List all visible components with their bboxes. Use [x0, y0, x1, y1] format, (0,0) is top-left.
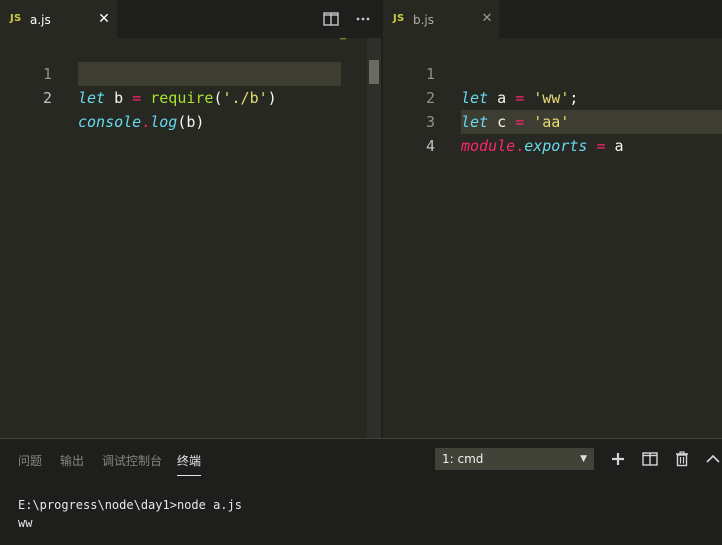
tab-a-js[interactable]: JS a.js ✕ — [0, 0, 117, 38]
code-text: console.log(b) — [78, 110, 204, 134]
tab-a-js-label: a.js — [30, 13, 51, 27]
code-token: ) — [267, 89, 277, 107]
split-terminal-icon[interactable] — [640, 449, 660, 469]
code-token: . — [515, 137, 525, 155]
code-text: let b = require('./b') — [78, 86, 277, 110]
panel-tab-debug-console[interactable]: 调试控制台 — [102, 452, 162, 469]
tab-b-js[interactable]: JS b.js ✕ — [383, 0, 499, 38]
terminal-select-value: 1: cmd — [442, 452, 484, 466]
code-token: = — [596, 137, 606, 155]
code-token: exports — [524, 137, 588, 155]
add-terminal-icon[interactable] — [608, 449, 628, 469]
code-token: './b' — [222, 89, 268, 107]
code-line: 4 — [383, 110, 722, 155]
terminal-select[interactable]: 1: cmd ▼ — [435, 448, 594, 470]
code-line: 1 let a = 'ww'; — [383, 38, 722, 107]
code-token: module — [461, 137, 516, 155]
code-token: let — [78, 89, 106, 107]
scrollbar-left[interactable] — [367, 38, 381, 438]
code-text: module.exports = a — [461, 134, 624, 158]
code-line: 2 let c = 'aa' — [383, 62, 722, 131]
close-tab-icon[interactable]: ✕ — [479, 9, 495, 29]
chevron-down-icon: ▼ — [580, 454, 587, 464]
code-token: console — [78, 113, 142, 131]
tab-bar-right: JS b.js ✕ — [383, 0, 722, 38]
js-file-icon: JS — [393, 13, 405, 24]
editor-group-left: JS a.js ✕ 1 let b = require('./b') 2 con… — [0, 0, 381, 438]
code-line: 2 console.log(b) — [0, 62, 367, 131]
scrollbar-thumb[interactable] — [369, 60, 379, 84]
line-number: 2 — [42, 89, 52, 107]
tab-bar-left: JS a.js ✕ — [0, 0, 381, 38]
code-token: b — [105, 89, 133, 107]
editor-group-right: JS b.js ✕ 1 let a = 'ww'; 2 let c = 'aa'… — [383, 0, 722, 438]
terminal-line: ww — [18, 516, 33, 530]
code-token: . — [141, 113, 151, 131]
code-token: ) — [195, 113, 205, 131]
code-line: 3 module.exports = a — [383, 86, 722, 155]
terminal-line: E:\progress\node\day1>node a.js — [18, 498, 242, 512]
panel-tab-output[interactable]: 输出 — [60, 452, 84, 469]
code-token: ( — [213, 89, 223, 107]
maximize-panel-icon[interactable] — [703, 449, 722, 469]
panel-tab-problems[interactable]: 问题 — [18, 452, 42, 469]
code-area-b-js[interactable]: 1 let a = 'ww'; 2 let c = 'aa' 3 module.… — [383, 38, 722, 438]
split-editor-icon[interactable] — [322, 10, 340, 28]
more-actions-icon[interactable] — [354, 10, 372, 28]
js-file-icon: JS — [10, 13, 22, 24]
code-area-a-js[interactable]: 1 let b = require('./b') 2 console.log(b… — [0, 36, 381, 438]
panel-tab-terminal[interactable]: 终端 — [177, 452, 202, 476]
tab-b-js-label: b.js — [413, 13, 435, 27]
code-line: 1 let b = require('./b') — [0, 38, 367, 107]
code-token: require — [150, 89, 214, 107]
minimap-preview[interactable]: ▬▬ — [340, 36, 346, 42]
bottom-panel: 问题 输出 调试控制台 终端 1: cmd ▼ E:\progress\node… — [0, 438, 722, 545]
line-number: 4 — [425, 137, 435, 155]
close-tab-icon[interactable]: ✕ — [96, 9, 112, 29]
code-token: a — [605, 137, 624, 155]
code-token: log — [150, 113, 178, 131]
trash-icon[interactable] — [672, 449, 692, 469]
code-token: = — [132, 89, 142, 107]
